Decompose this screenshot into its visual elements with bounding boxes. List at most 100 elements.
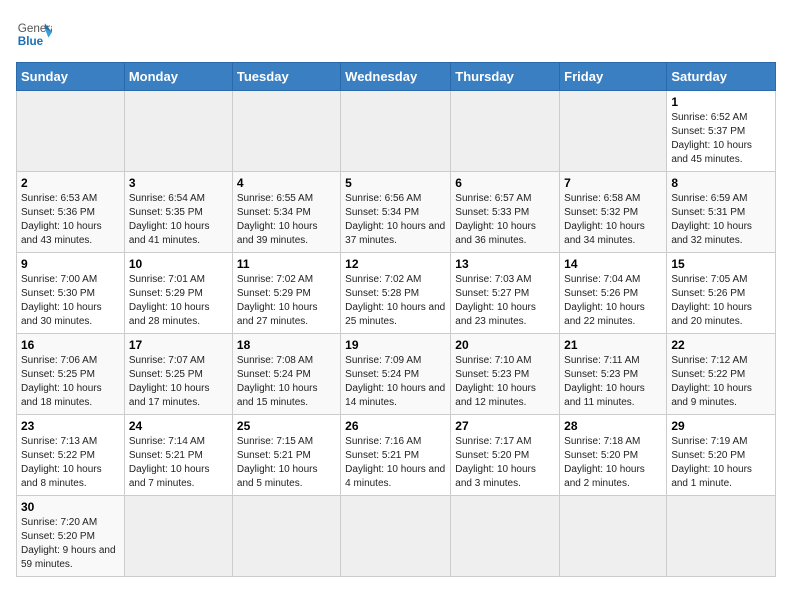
day-number: 1 [671, 95, 771, 109]
day-info: Sunrise: 7:02 AMSunset: 5:29 PMDaylight:… [237, 273, 336, 329]
day-info: Sunrise: 7:17 AMSunset: 5:20 PMDaylight:… [455, 435, 555, 491]
day-info: Sunrise: 7:13 AMSunset: 5:22 PMDaylight:… [21, 435, 120, 491]
day-info: Sunrise: 7:14 AMSunset: 5:21 PMDaylight:… [129, 435, 228, 491]
logo: General Blue [16, 16, 52, 52]
day-number: 5 [345, 176, 446, 190]
day-number: 2 [21, 176, 120, 190]
day-info: Sunrise: 7:07 AMSunset: 5:25 PMDaylight:… [129, 354, 228, 410]
day-info: Sunrise: 7:19 AMSunset: 5:20 PMDaylight:… [671, 435, 771, 491]
day-number: 17 [129, 338, 228, 352]
svg-text:Blue: Blue [18, 35, 44, 48]
day-number: 27 [455, 419, 555, 433]
day-number: 4 [237, 176, 336, 190]
calendar-cell [232, 91, 340, 172]
calendar-week-row: 16 Sunrise: 7:06 AMSunset: 5:25 PMDayligh… [17, 334, 776, 415]
weekday-header-friday: Friday [560, 63, 667, 91]
calendar-cell: 2Sunrise: 6:53 AMSunset: 5:36 PMDaylight… [17, 172, 125, 253]
calendar-cell [667, 496, 776, 577]
calendar-cell: 9Sunrise: 7:00 AMSunset: 5:30 PMDaylight… [17, 253, 125, 334]
weekday-header-thursday: Thursday [451, 63, 560, 91]
day-number: 19 [345, 338, 446, 352]
calendar-cell: 12 Sunrise: 7:02 AMSunset: 5:28 PMDayligh… [341, 253, 451, 334]
calendar-table: SundayMondayTuesdayWednesdayThursdayFrid… [16, 62, 776, 577]
calendar-cell: 29Sunrise: 7:19 AMSunset: 5:20 PMDayligh… [667, 415, 776, 496]
day-info: Sunrise: 7:09 AMSunset: 5:24 PMDaylight:… [345, 354, 446, 410]
weekday-header-tuesday: Tuesday [232, 63, 340, 91]
day-number: 22 [671, 338, 771, 352]
calendar-cell [451, 91, 560, 172]
calendar-cell: 18 Sunrise: 7:08 AMSunset: 5:24 PMDayligh… [232, 334, 340, 415]
calendar-cell: 5 Sunrise: 6:56 AMSunset: 5:34 PMDaylight… [341, 172, 451, 253]
calendar-cell: 22Sunrise: 7:12 AMSunset: 5:22 PMDayligh… [667, 334, 776, 415]
day-number: 28 [564, 419, 662, 433]
day-number: 3 [129, 176, 228, 190]
day-number: 30 [21, 500, 120, 514]
calendar-cell: 7Sunrise: 6:58 AMSunset: 5:32 PMDaylight… [560, 172, 667, 253]
calendar-cell: 24Sunrise: 7:14 AMSunset: 5:21 PMDayligh… [124, 415, 232, 496]
calendar-cell: 1 Sunrise: 6:52 AMSunset: 5:37 PMDaylight… [667, 91, 776, 172]
calendar-cell: 21Sunrise: 7:11 AMSunset: 5:23 PMDayligh… [560, 334, 667, 415]
calendar-week-row: 2Sunrise: 6:53 AMSunset: 5:36 PMDaylight… [17, 172, 776, 253]
weekday-header-wednesday: Wednesday [341, 63, 451, 91]
calendar-cell: 26 Sunrise: 7:16 AMSunset: 5:21 PMDayligh… [341, 415, 451, 496]
calendar-week-row: 1 Sunrise: 6:52 AMSunset: 5:37 PMDaylight… [17, 91, 776, 172]
day-info: Sunrise: 7:08 AMSunset: 5:24 PMDaylight:… [237, 354, 336, 410]
calendar-cell [341, 496, 451, 577]
calendar-cell: 13Sunrise: 7:03 AMSunset: 5:27 PMDayligh… [451, 253, 560, 334]
calendar-cell [124, 91, 232, 172]
day-number: 7 [564, 176, 662, 190]
day-number: 12 [345, 257, 446, 271]
day-number: 9 [21, 257, 120, 271]
day-number: 13 [455, 257, 555, 271]
day-info: Sunrise: 7:16 AMSunset: 5:21 PMDaylight:… [345, 435, 446, 491]
day-info: Sunrise: 6:52 AMSunset: 5:37 PMDaylight:… [671, 111, 771, 167]
weekday-header-monday: Monday [124, 63, 232, 91]
calendar-cell [232, 496, 340, 577]
day-info: Sunrise: 7:05 AMSunset: 5:26 PMDaylight:… [671, 273, 771, 329]
page-header: General Blue [16, 16, 776, 52]
calendar-cell: 23Sunrise: 7:13 AMSunset: 5:22 PMDayligh… [17, 415, 125, 496]
calendar-week-row: 23Sunrise: 7:13 AMSunset: 5:22 PMDayligh… [17, 415, 776, 496]
calendar-cell: 20Sunrise: 7:10 AMSunset: 5:23 PMDayligh… [451, 334, 560, 415]
day-number: 10 [129, 257, 228, 271]
day-info: Sunrise: 7:10 AMSunset: 5:23 PMDaylight:… [455, 354, 555, 410]
calendar-cell [124, 496, 232, 577]
calendar-week-row: 30 Sunrise: 7:20 AMSunset: 5:20 PMDayligh… [17, 496, 776, 577]
day-number: 25 [237, 419, 336, 433]
weekday-header-row: SundayMondayTuesdayWednesdayThursdayFrid… [17, 63, 776, 91]
day-info: Sunrise: 6:57 AMSunset: 5:33 PMDaylight:… [455, 192, 555, 248]
day-info: Sunrise: 7:06 AMSunset: 5:25 PMDaylight:… [21, 354, 120, 410]
calendar-cell: 27 Sunrise: 7:17 AMSunset: 5:20 PMDayligh… [451, 415, 560, 496]
weekday-header-saturday: Saturday [667, 63, 776, 91]
day-number: 6 [455, 176, 555, 190]
calendar-week-row: 9Sunrise: 7:00 AMSunset: 5:30 PMDaylight… [17, 253, 776, 334]
calendar-cell: 4Sunrise: 6:55 AMSunset: 5:34 PMDaylight… [232, 172, 340, 253]
day-number: 26 [345, 419, 446, 433]
day-number: 18 [237, 338, 336, 352]
day-info: Sunrise: 7:18 AMSunset: 5:20 PMDaylight:… [564, 435, 662, 491]
calendar-cell: 28 Sunrise: 7:18 AMSunset: 5:20 PMDayligh… [560, 415, 667, 496]
calendar-cell: 19 Sunrise: 7:09 AMSunset: 5:24 PMDayligh… [341, 334, 451, 415]
day-info: Sunrise: 6:56 AMSunset: 5:34 PMDaylight:… [345, 192, 446, 248]
day-info: Sunrise: 7:15 AMSunset: 5:21 PMDaylight:… [237, 435, 336, 491]
day-info: Sunrise: 7:20 AMSunset: 5:20 PMDaylight:… [21, 516, 120, 572]
weekday-header-sunday: Sunday [17, 63, 125, 91]
calendar-cell: 14 Sunrise: 7:04 AMSunset: 5:26 PMDayligh… [560, 253, 667, 334]
day-info: Sunrise: 7:02 AMSunset: 5:28 PMDaylight:… [345, 273, 446, 329]
day-info: Sunrise: 7:01 AMSunset: 5:29 PMDaylight:… [129, 273, 228, 329]
calendar-cell [560, 91, 667, 172]
calendar-cell [17, 91, 125, 172]
day-number: 16 [21, 338, 120, 352]
calendar-cell [341, 91, 451, 172]
calendar-cell: 11 Sunrise: 7:02 AMSunset: 5:29 PMDayligh… [232, 253, 340, 334]
calendar-cell: 3 Sunrise: 6:54 AMSunset: 5:35 PMDaylight… [124, 172, 232, 253]
day-info: Sunrise: 7:04 AMSunset: 5:26 PMDaylight:… [564, 273, 662, 329]
calendar-cell [451, 496, 560, 577]
calendar-cell: 25 Sunrise: 7:15 AMSunset: 5:21 PMDayligh… [232, 415, 340, 496]
day-number: 14 [564, 257, 662, 271]
day-info: Sunrise: 6:59 AMSunset: 5:31 PMDaylight:… [671, 192, 771, 248]
day-info: Sunrise: 7:11 AMSunset: 5:23 PMDaylight:… [564, 354, 662, 410]
day-number: 8 [671, 176, 771, 190]
day-number: 11 [237, 257, 336, 271]
day-info: Sunrise: 6:54 AMSunset: 5:35 PMDaylight:… [129, 192, 228, 248]
